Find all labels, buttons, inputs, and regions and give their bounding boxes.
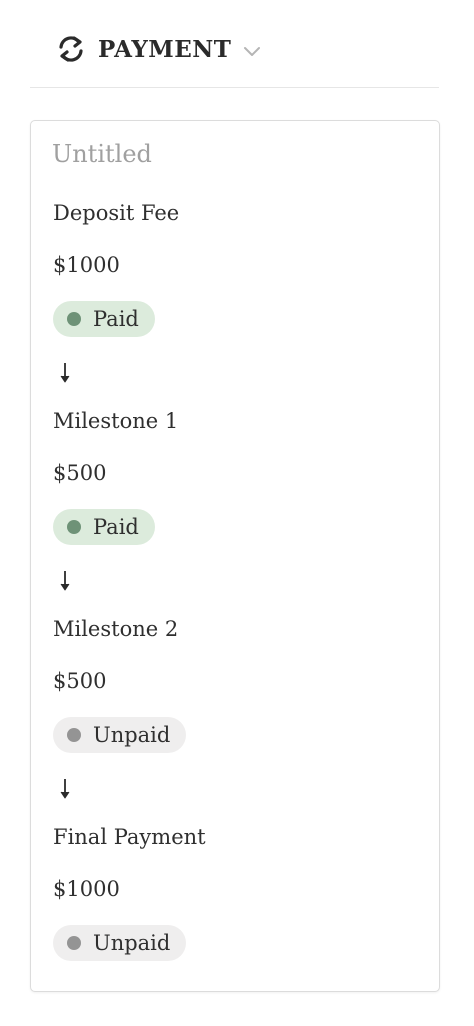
status-label: Paid xyxy=(93,307,139,331)
status-dot-icon xyxy=(67,312,81,326)
status-dot-icon xyxy=(67,728,81,742)
chevron-down-icon[interactable] xyxy=(243,42,261,60)
arrow-down-icon xyxy=(55,361,75,385)
status-label: Unpaid xyxy=(93,931,171,955)
status-badge[interactable]: Paid xyxy=(53,301,155,337)
step-label: Milestone 2 xyxy=(53,617,179,641)
payment-card: Untitled Deposit Fee $1000 Paid Mileston… xyxy=(30,120,440,992)
page-title: PAYMENT xyxy=(98,35,232,63)
step-amount: $500 xyxy=(53,669,107,693)
status-label: Unpaid xyxy=(93,723,171,747)
step-label: Milestone 1 xyxy=(53,409,179,433)
card-title[interactable]: Untitled xyxy=(52,140,152,168)
sync-icon xyxy=(54,32,88,66)
step-label: Deposit Fee xyxy=(53,201,180,225)
status-label: Paid xyxy=(93,515,139,539)
payment-menu-trigger[interactable]: PAYMENT xyxy=(54,30,261,68)
step-amount: $1000 xyxy=(53,253,120,277)
arrow-down-icon xyxy=(55,777,75,801)
status-dot-icon xyxy=(67,520,81,534)
step-amount: $1000 xyxy=(53,877,120,901)
status-badge[interactable]: Paid xyxy=(53,509,155,545)
arrow-down-icon xyxy=(55,569,75,593)
step-label: Final Payment xyxy=(53,825,206,849)
status-badge[interactable]: Unpaid xyxy=(53,925,187,961)
page-header: PAYMENT xyxy=(30,0,439,88)
status-badge[interactable]: Unpaid xyxy=(53,717,187,753)
step-amount: $500 xyxy=(53,461,107,485)
status-dot-icon xyxy=(67,936,81,950)
